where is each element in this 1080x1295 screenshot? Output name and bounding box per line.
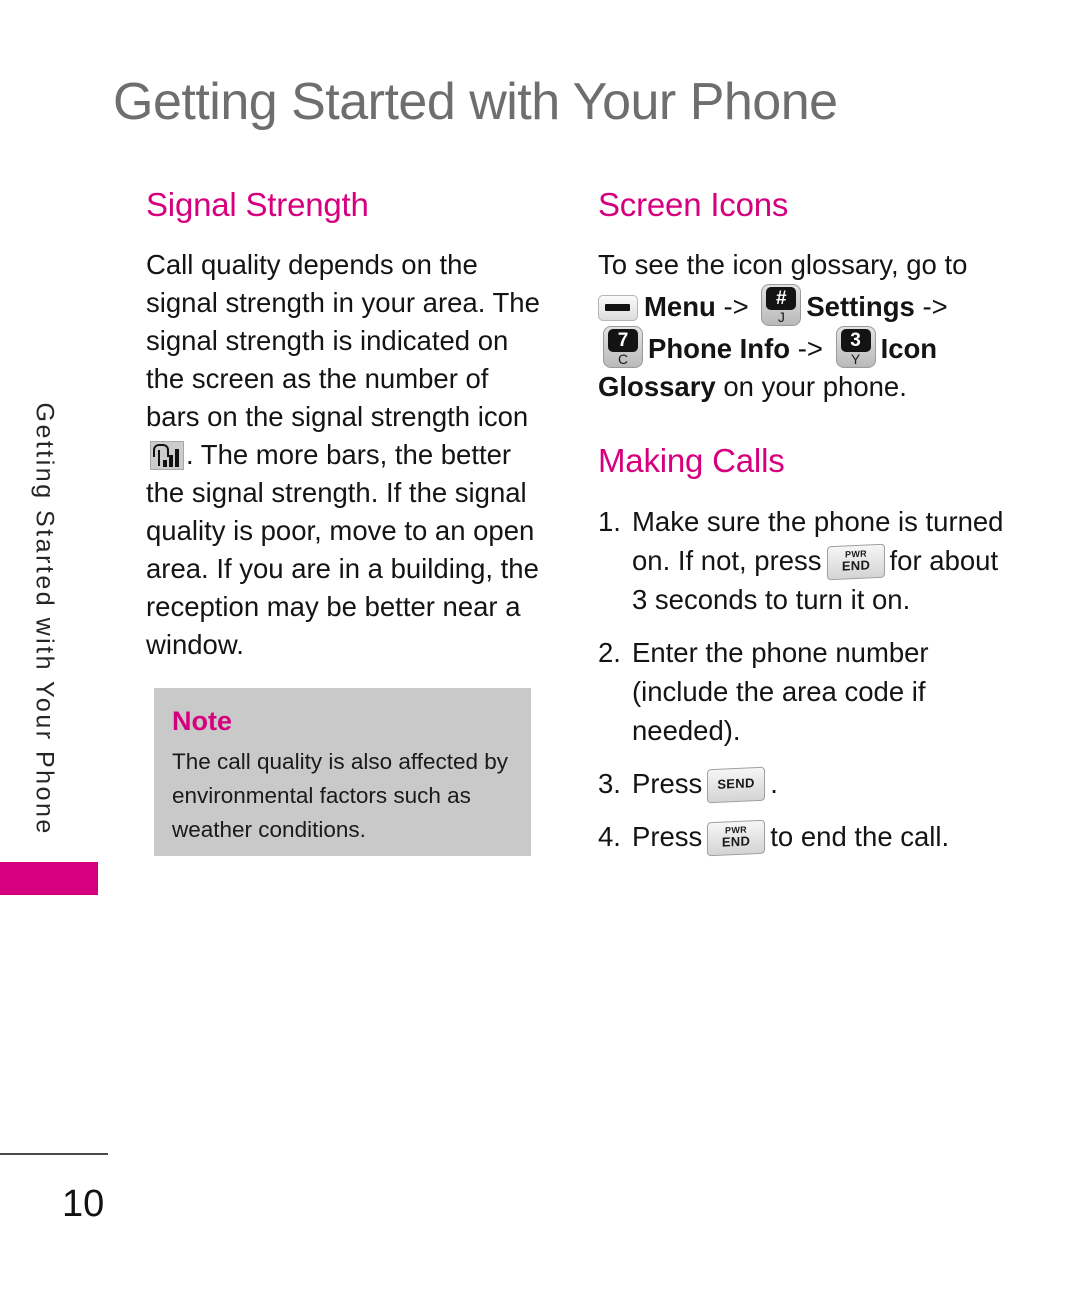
path-arrow-3: ->: [797, 333, 823, 364]
page-title: Getting Started with Your Phone: [113, 73, 838, 131]
step-text-before: Press: [632, 821, 703, 852]
soft-key-icon: [598, 295, 638, 321]
screen-icons-heading: Screen Icons: [598, 186, 789, 223]
key-hash-j-icon: # J: [761, 284, 802, 326]
screen-icons-intro: To see the icon glossary, go to: [598, 249, 968, 280]
side-tab-label: Getting Started with Your Phone: [30, 402, 59, 836]
side-tab-marker: [0, 862, 98, 895]
icon-label: Icon: [880, 333, 938, 364]
icon-glossary-path-line-1: Menu -> # J Settings ->: [598, 284, 1008, 326]
key-7-c-bottom: C: [617, 351, 629, 367]
signal-bar-2: [169, 455, 173, 467]
antenna-mast: [158, 450, 160, 466]
step-number: 4.: [598, 821, 621, 852]
menu-label: Menu: [644, 291, 716, 322]
signal-strength-paragraph-part1: Call quality depends on the signal stren…: [146, 249, 540, 432]
left-column: Signal Strength Call quality depends on …: [146, 186, 546, 664]
step-text-after: .: [770, 768, 778, 799]
signal-strength-paragraph-part2: . The more bars, the better the signal s…: [146, 439, 539, 660]
pwr-end-key-icon: PWR END: [826, 543, 885, 581]
key-3-y-top: 3: [840, 329, 871, 352]
signal-strength-icon: [150, 441, 184, 470]
key-3-y-icon: 3Y: [835, 326, 876, 368]
glossary-rest: on your phone.: [715, 371, 907, 402]
key-hash-j-top: #: [766, 287, 797, 310]
path-arrow-2: ->: [922, 291, 948, 322]
pwr-end-line2: END: [722, 833, 751, 850]
making-calls-steps: 1. Make sure the phone is turned on. If …: [598, 502, 1008, 857]
key-7-c-icon: 7C: [603, 326, 643, 368]
send-key-icon: SEND: [707, 766, 766, 804]
step-number: 1.: [598, 506, 621, 537]
glossary-label: Glossary: [598, 371, 716, 402]
right-column: Screen Icons To see the icon glossary, g…: [598, 186, 1008, 870]
making-calls-heading: Making Calls: [598, 442, 785, 479]
icon-glossary-path-line-2: 7 C Phone Info -> 3 Y Icon: [598, 326, 1008, 368]
key-7-c-top: 7: [608, 329, 638, 352]
list-item: 3. Press SEND.: [598, 764, 1008, 804]
phone-info-label: Phone Info: [648, 333, 791, 364]
footer-divider: [0, 1153, 108, 1155]
list-item: 1. Make sure the phone is turned on. If …: [598, 502, 1008, 619]
note-title: Note: [172, 706, 232, 736]
send-label: SEND: [717, 775, 755, 792]
signal-bar-3: [175, 449, 179, 467]
step-text: Enter the phone number (include the area…: [632, 637, 929, 746]
step-text-before: Press: [632, 768, 703, 799]
pwr-end-key-icon: PWR END: [707, 819, 766, 857]
step-number: 3.: [598, 768, 621, 799]
note-box: Note The call quality is also affected b…: [154, 688, 531, 856]
note-body: The call quality is also affected by env…: [172, 749, 509, 842]
key-hash-j-bottom: J: [777, 309, 785, 325]
path-arrow-1: ->: [723, 291, 749, 322]
step-text: Press PWR END to end the call.: [632, 817, 1008, 857]
key-3-y-bottom: Y: [850, 351, 861, 367]
page-number: 10: [62, 1183, 105, 1225]
signal-strength-paragraph: Call quality depends on the signal stren…: [146, 246, 546, 664]
list-item: 2. Enter the phone number (include the a…: [598, 633, 1008, 750]
signal-strength-heading: Signal Strength: [146, 186, 369, 223]
step-text: Press SEND.: [632, 764, 1008, 804]
step-number: 2.: [598, 637, 621, 668]
step-text: Make sure the phone is turned on. If not…: [632, 502, 1008, 619]
list-item: 4. Press PWR END to end the call.: [598, 817, 1008, 857]
antenna-arc: [153, 444, 169, 457]
signal-bar-1: [163, 460, 167, 467]
step-text-after: to end the call.: [770, 821, 950, 852]
settings-label: Settings: [806, 291, 915, 322]
icon-glossary-path-line-3: Glossary on your phone.: [598, 368, 1008, 406]
pwr-end-line2: END: [841, 557, 870, 574]
